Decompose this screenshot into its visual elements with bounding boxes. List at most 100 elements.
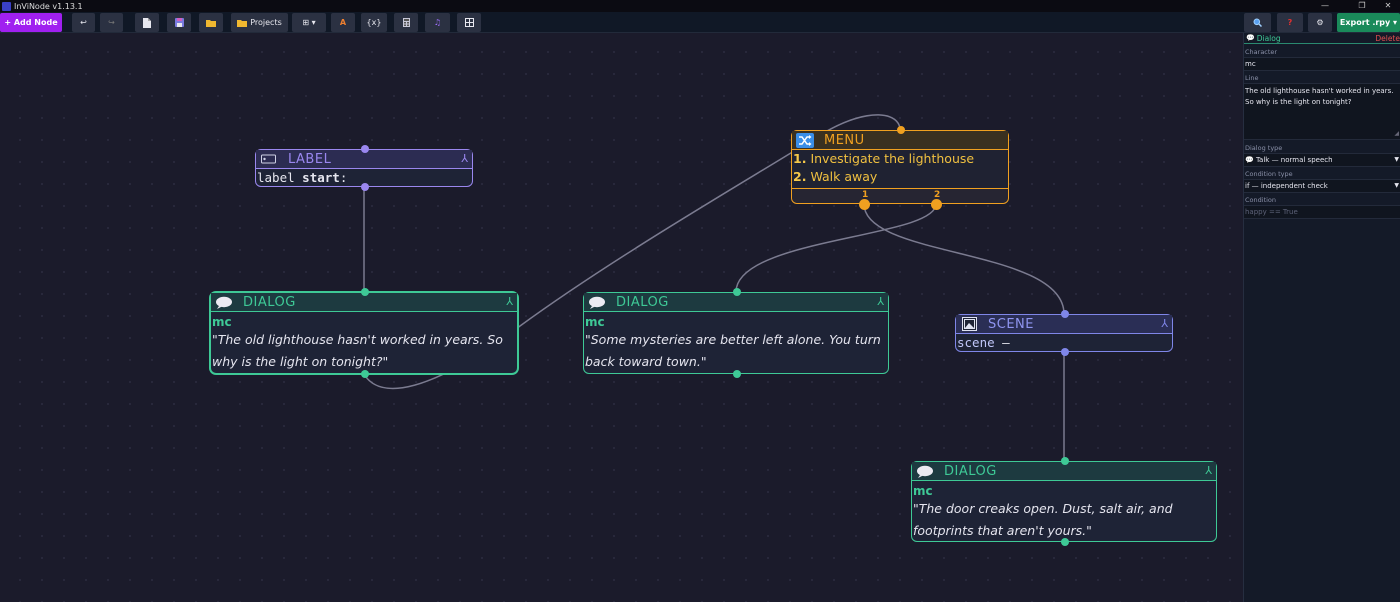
output-port[interactable] <box>361 183 369 191</box>
dialog-node-title: DIALOG <box>616 294 669 310</box>
dialog-line: "The door creaks open. Dust, salt air, a… <box>913 501 1173 538</box>
open-folder-button[interactable] <box>199 13 223 32</box>
dialog-node[interactable]: DIALOG ⅄ mc "The door creaks open. Dust,… <box>911 457 1217 546</box>
minimize-button[interactable]: — <box>1310 0 1340 12</box>
window-title: InViNode v1.13.1 <box>14 1 83 11</box>
calculator-icon <box>402 18 410 27</box>
menu-option-text: Investigate the lighthouse <box>810 151 975 166</box>
music-note-icon: ♫ <box>433 18 442 27</box>
dialog-type-label: Dialog type <box>1245 144 1283 152</box>
resize-handle-icon[interactable]: ◢ <box>1394 128 1399 139</box>
layout-menu-button[interactable]: ⊞ ▾ <box>292 13 326 32</box>
line-text: The old lighthouse hasn't worked in year… <box>1245 87 1394 106</box>
scene-keyword: scene <box>957 335 995 350</box>
branch-icon[interactable]: ⅄ <box>1205 464 1212 477</box>
properties-panel: 💬 Dialog Delete Character mc Line The ol… <box>1243 33 1400 602</box>
gear-icon: ⚙ <box>1316 18 1324 27</box>
speech-bubble-icon <box>916 464 934 478</box>
condition-label: Condition <box>1245 196 1277 204</box>
input-port[interactable] <box>1061 457 1069 465</box>
scene-value: — <box>1002 335 1010 350</box>
dialog-node-title: DIALOG <box>944 463 997 479</box>
dialog-node[interactable]: DIALOG ⅄ mc "The old lighthouse hasn't w… <box>210 288 518 378</box>
dialog-line: "The old lighthouse hasn't worked in yea… <box>212 332 503 369</box>
grid-dropdown-icon: ⊞ ▾ <box>302 18 316 27</box>
line-textarea[interactable]: The old lighthouse hasn't worked in year… <box>1244 83 1400 140</box>
dialog-type-value: 💬 Talk — normal speech <box>1245 156 1333 164</box>
input-port[interactable] <box>897 126 905 134</box>
export-rpy-button[interactable]: Export .rpy ▾ <box>1337 13 1400 32</box>
condition-type-select[interactable]: if — independent check ▼ <box>1244 179 1400 193</box>
panel-title: Dialog <box>1256 33 1281 43</box>
calculator-button[interactable] <box>394 13 418 32</box>
node-canvas[interactable]: LABEL ⅄ label start: DIALOG ⅄ mc "The ol… <box>0 33 1243 602</box>
add-node-button[interactable]: + Add Node <box>0 13 62 32</box>
condition-type-value: if — independent check <box>1245 182 1328 190</box>
search-icon <box>1253 18 1262 27</box>
chevron-down-icon: ▼ <box>1394 156 1399 163</box>
save-icon <box>174 18 184 27</box>
output-port[interactable] <box>733 370 741 378</box>
projects-button[interactable]: Projects <box>231 13 288 32</box>
search-button[interactable] <box>1244 13 1271 32</box>
output-port-option-1[interactable] <box>859 199 870 210</box>
output-port[interactable] <box>1061 538 1069 546</box>
dialog-character: mc <box>913 484 933 498</box>
wire-menu-opt1-to-scene <box>863 203 1065 315</box>
shuffle-icon <box>796 132 814 148</box>
branch-icon[interactable]: ⅄ <box>877 295 884 308</box>
output-port-option-2[interactable] <box>931 199 942 210</box>
label-node[interactable]: LABEL ⅄ label start: <box>255 145 473 191</box>
output-port[interactable] <box>361 370 369 378</box>
character-button[interactable]: A <box>331 13 355 32</box>
dialog-character: mc <box>212 315 232 329</box>
scene-node-title: SCENE <box>988 316 1034 332</box>
menu-option-number: 1. <box>793 151 807 166</box>
help-button[interactable]: ? <box>1277 13 1303 32</box>
toolbar: + Add Node ↩ ↪ Projects ⊞ ▾ A {x} ♫ ? ⚙ <box>0 12 1400 33</box>
label-keyword: label <box>257 170 295 185</box>
menu-option: 2. Walk away <box>792 168 1008 186</box>
character-icon: A <box>339 18 347 27</box>
branch-icon[interactable]: ⅄ <box>506 295 513 308</box>
line-label: Line <box>1245 74 1259 82</box>
dialog-node[interactable]: DIALOG ⅄ mc "Some mysteries are better l… <box>583 288 889 378</box>
redo-button[interactable]: ↪ <box>100 13 123 32</box>
undo-button[interactable]: ↩ <box>72 13 95 32</box>
scene-node[interactable]: SCENE ⅄ scene — <box>955 310 1173 356</box>
new-file-button[interactable] <box>135 13 159 32</box>
music-button[interactable]: ♫ <box>425 13 450 32</box>
menu-node-title: MENU <box>824 132 865 148</box>
condition-type-label: Condition type <box>1245 170 1293 178</box>
dialog-node-title: DIALOG <box>243 294 296 310</box>
input-port[interactable] <box>1061 310 1069 318</box>
speech-bubble-icon <box>588 295 606 309</box>
variables-icon: {x} <box>366 18 382 27</box>
dialog-type-select[interactable]: 💬 Talk — normal speech ▼ <box>1244 153 1400 167</box>
close-window-button[interactable]: ✕ <box>1373 0 1400 12</box>
scene-image-icon <box>960 317 978 331</box>
new-file-icon <box>143 17 151 28</box>
menu-node[interactable]: MENU 1. Investigate the lighthouse 2. Wa… <box>791 126 1009 210</box>
input-port[interactable] <box>733 288 741 296</box>
character-field[interactable]: mc <box>1244 57 1400 71</box>
folder-icon <box>206 19 216 27</box>
input-port[interactable] <box>361 145 369 153</box>
speech-bubble-icon: 💬 <box>1246 34 1255 42</box>
grid-button[interactable] <box>457 13 481 32</box>
input-port[interactable] <box>361 288 369 296</box>
settings-button[interactable]: ⚙ <box>1308 13 1332 32</box>
branch-icon[interactable]: ⅄ <box>461 152 468 165</box>
dialog-character: mc <box>585 315 605 329</box>
label-colon: : <box>339 170 348 185</box>
output-port[interactable] <box>1061 348 1069 356</box>
condition-input[interactable]: happy == True <box>1244 205 1400 219</box>
label-name: start <box>302 170 340 185</box>
help-icon: ? <box>1287 18 1293 27</box>
save-button[interactable] <box>167 13 191 32</box>
branch-icon[interactable]: ⅄ <box>1161 317 1168 330</box>
projects-label: Projects <box>250 18 282 27</box>
label-node-title: LABEL <box>288 151 332 167</box>
variables-button[interactable]: {x} <box>361 13 387 32</box>
delete-node-button[interactable]: Delete <box>1375 34 1400 43</box>
